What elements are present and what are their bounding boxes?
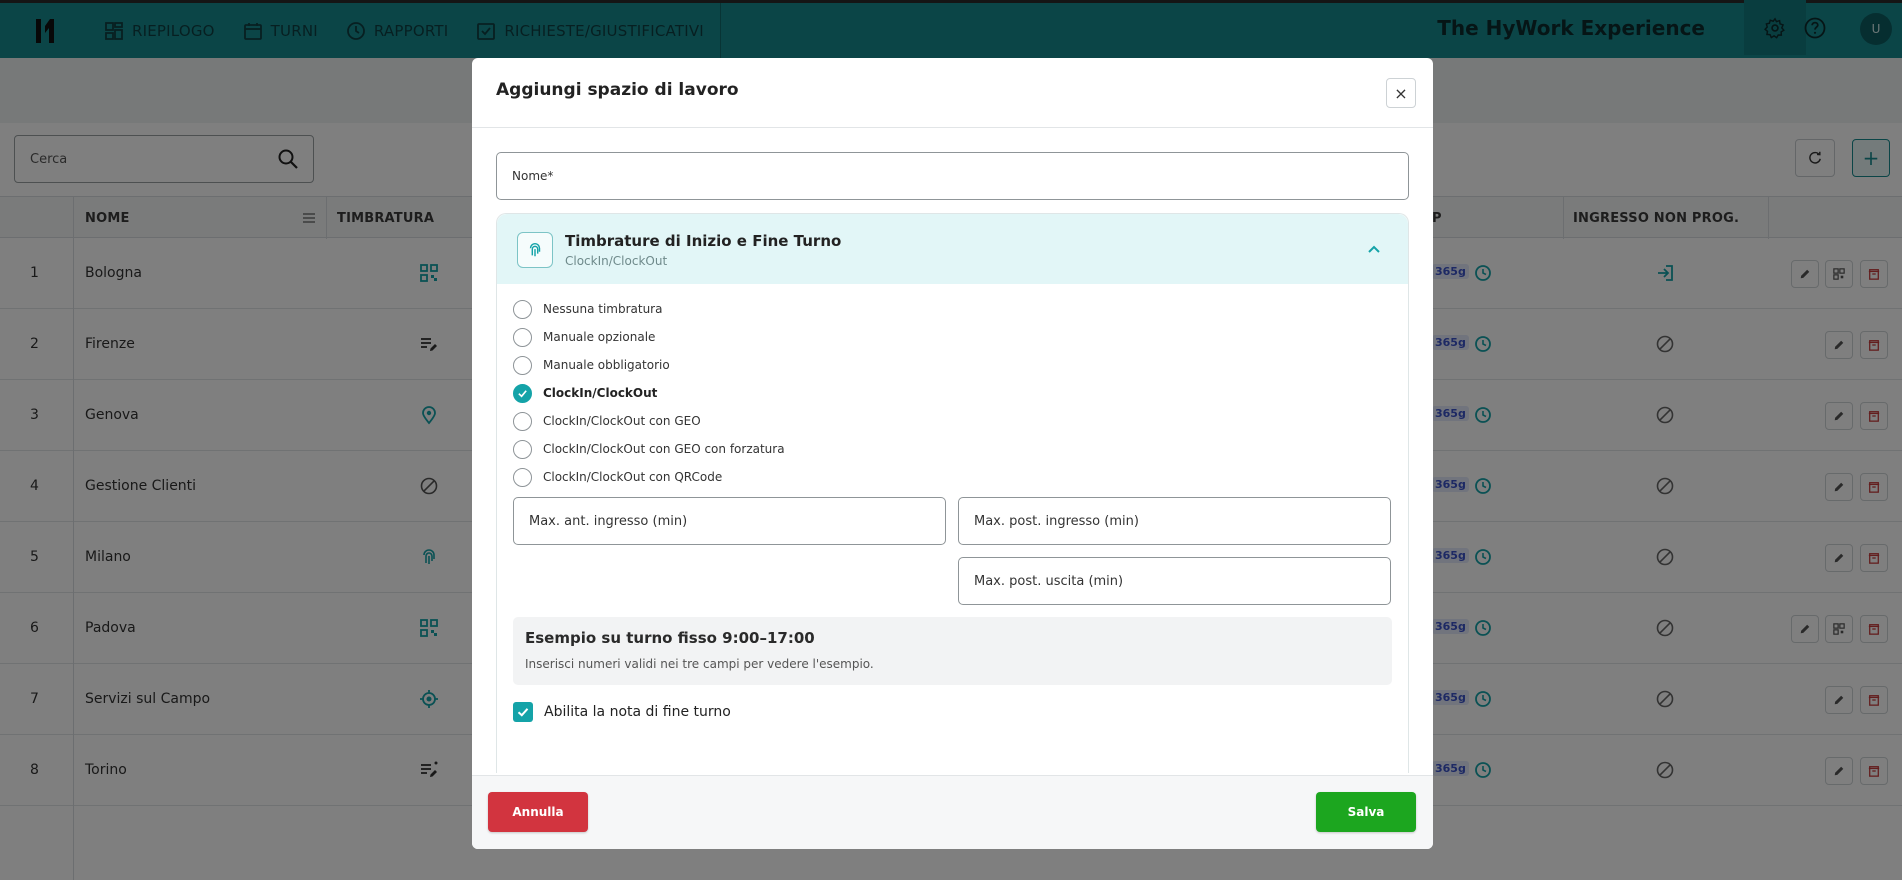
radio-label: Manuale obbligatorio xyxy=(543,358,670,372)
max-post-uscita-input[interactable]: Max. post. uscita (min) xyxy=(958,557,1391,605)
radio-button[interactable] xyxy=(513,439,532,459)
accordion-header[interactable]: Timbrature di Inizio e Fine Turno ClockI… xyxy=(497,214,1408,284)
timbrature-accordion: Timbrature di Inizio e Fine Turno ClockI… xyxy=(496,213,1409,773)
radio-button[interactable] xyxy=(513,467,532,487)
chevron-up-icon[interactable] xyxy=(1364,239,1384,259)
radio-label: ClockIn/ClockOut con QRCode xyxy=(543,470,723,484)
radio-button[interactable] xyxy=(513,299,532,319)
radio-button[interactable] xyxy=(513,355,532,375)
radio-label: ClockIn/ClockOut con GEO con forzatura xyxy=(543,442,785,456)
radio-label: Manuale opzionale xyxy=(543,330,656,344)
radio-label: Nessuna timbratura xyxy=(543,302,663,316)
nota-fine-turno-checkbox[interactable] xyxy=(513,702,533,722)
field-placeholder: Max. post. ingresso (min) xyxy=(974,513,1139,529)
radio-nessuna-timbratura[interactable]: Nessuna timbratura xyxy=(513,298,662,320)
accordion-title: Timbrature di Inizio e Fine Turno xyxy=(565,232,842,250)
field-placeholder: Max. post. uscita (min) xyxy=(974,573,1124,589)
field-placeholder: Max. ant. ingresso (min) xyxy=(529,513,688,529)
check-icon xyxy=(517,708,529,717)
modal-footer: Annulla Salva xyxy=(472,775,1433,849)
radio-button[interactable] xyxy=(513,411,532,431)
radio-label: ClockIn/ClockOut xyxy=(543,386,658,400)
radio-button[interactable] xyxy=(513,327,532,347)
radio-clockin-geo[interactable]: ClockIn/ClockOut con GEO xyxy=(513,410,701,432)
radio-clockin-clockout[interactable]: ClockIn/ClockOut xyxy=(513,382,657,404)
radio-clockin-geo-forzatura[interactable]: ClockIn/ClockOut con GEO con forzatura xyxy=(513,438,785,460)
example-title: Esempio su turno fisso 9:00–17:00 xyxy=(525,629,815,647)
modal-title: Aggiungi spazio di lavoro xyxy=(496,80,739,100)
modal-header: Aggiungi spazio di lavoro × xyxy=(472,58,1433,128)
close-icon: × xyxy=(1394,83,1408,103)
save-button[interactable]: Salva xyxy=(1316,792,1416,832)
radio-button-selected[interactable] xyxy=(513,383,532,403)
fingerprint-icon xyxy=(529,242,541,257)
nome-placeholder: Nome* xyxy=(512,169,554,183)
cancel-button[interactable]: Annulla xyxy=(488,792,588,832)
checkbox-label: Abilita la nota di fine turno xyxy=(544,704,731,720)
radio-clockin-qrcode[interactable]: ClockIn/ClockOut con QRCode xyxy=(513,466,722,488)
max-ant-ingresso-input[interactable]: Max. ant. ingresso (min) xyxy=(513,497,946,545)
close-button[interactable]: × xyxy=(1386,78,1416,108)
example-box: Esempio su turno fisso 9:00–17:00 Inseri… xyxy=(513,617,1392,685)
radio-manuale-opzionale[interactable]: Manuale opzionale xyxy=(513,326,655,348)
radio-manuale-obbligatorio[interactable]: Manuale obbligatorio xyxy=(513,354,670,376)
accordion-subtitle: ClockIn/ClockOut xyxy=(565,254,668,268)
max-post-ingresso-input[interactable]: Max. post. ingresso (min) xyxy=(958,497,1391,545)
nome-input[interactable]: Nome* xyxy=(496,152,1409,200)
example-text: Inserisci numeri validi nei tre campi pe… xyxy=(525,657,874,671)
add-workspace-modal: Aggiungi spazio di lavoro × Nome* Timbra… xyxy=(472,58,1433,849)
accordion-icon-box xyxy=(517,232,553,268)
radio-label: ClockIn/ClockOut con GEO xyxy=(543,414,701,428)
nota-fine-turno-checkbox-row[interactable]: Abilita la nota di fine turno xyxy=(513,701,731,723)
check-icon xyxy=(518,389,527,397)
